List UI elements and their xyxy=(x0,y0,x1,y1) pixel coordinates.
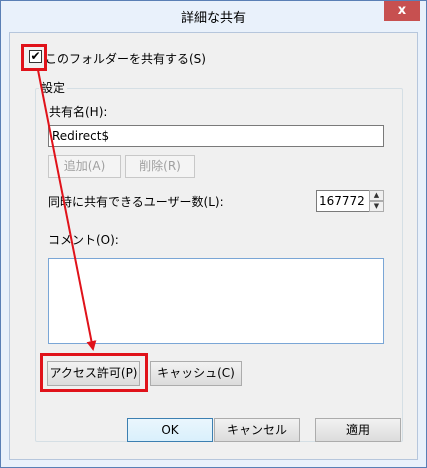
annotation-arrow xyxy=(37,69,97,351)
arrow-line xyxy=(37,69,97,351)
